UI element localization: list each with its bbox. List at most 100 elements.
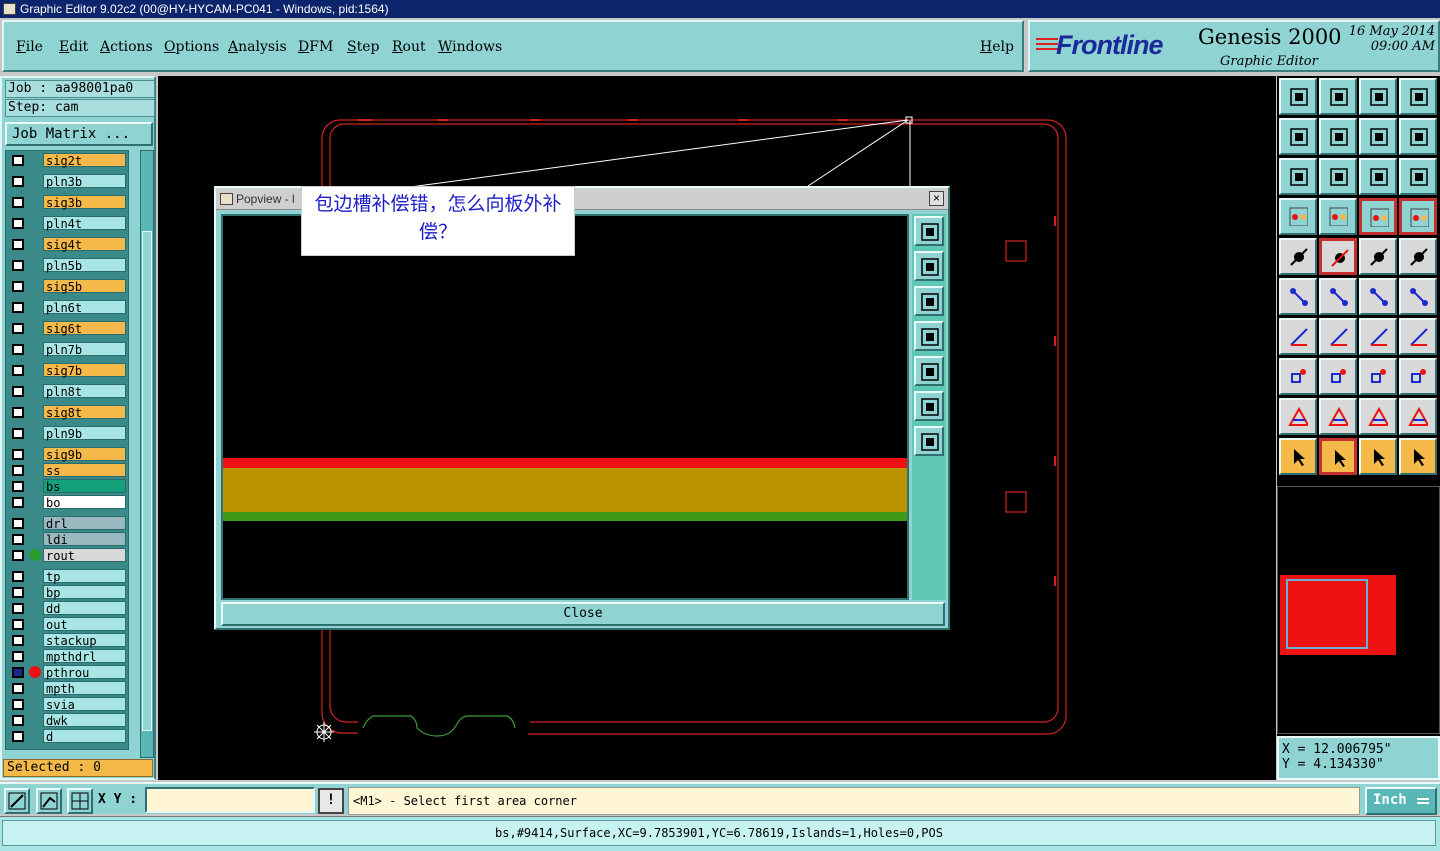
text-f-button[interactable]	[1399, 318, 1437, 355]
layer-name[interactable]: pln8t	[43, 384, 126, 399]
layer-checkbox[interactable]	[12, 571, 24, 582]
menu-analysis[interactable]: Analysis	[228, 39, 287, 55]
layer-row[interactable]: pln4t	[8, 216, 128, 231]
layer-name[interactable]: svia	[43, 697, 126, 712]
layer-name[interactable]: bs	[43, 479, 126, 494]
layer-row[interactable]: bs	[8, 479, 128, 494]
layer-name[interactable]: ldi	[43, 532, 126, 547]
one-to-two-button[interactable]	[1359, 158, 1397, 195]
menu-dfm[interactable]: DFM	[298, 39, 333, 55]
menu-options[interactable]: Options	[164, 39, 219, 55]
layer-name[interactable]: pln9b	[43, 426, 126, 441]
menu-windows[interactable]: Windows	[438, 39, 502, 55]
unit-selector[interactable]: Inch	[1365, 787, 1437, 815]
swap-button[interactable]	[1359, 118, 1397, 155]
shapes-button[interactable]	[1399, 358, 1437, 395]
stretch-button[interactable]	[1399, 278, 1437, 315]
pan-left-button[interactable]	[1279, 118, 1317, 155]
layer-row[interactable]: out	[8, 617, 128, 632]
layer-row[interactable]: sig5b	[8, 279, 128, 294]
layer-name[interactable]: sig6t	[43, 321, 126, 336]
layer-name[interactable]: pln7b	[43, 342, 126, 357]
layer-row[interactable]: pln6t	[8, 300, 128, 315]
layer-checkbox[interactable]	[12, 497, 24, 508]
pan-right-button[interactable]	[914, 356, 944, 386]
layer-checkbox[interactable]	[12, 481, 24, 492]
close-button[interactable]: Close	[221, 602, 945, 626]
layer-checkbox[interactable]	[12, 449, 24, 460]
layer-checkbox[interactable]	[12, 344, 24, 355]
line-add-button[interactable]	[1319, 238, 1357, 275]
layer-name[interactable]: tp	[43, 569, 126, 584]
pan-left-button[interactable]	[914, 321, 944, 351]
layer-name[interactable]: mpthdrl	[43, 649, 126, 664]
menu-rout[interactable]: Rout	[392, 39, 426, 55]
fit-button[interactable]	[914, 391, 944, 421]
layer-row[interactable]: pthrou	[8, 665, 128, 680]
triangle-button[interactable]	[1279, 398, 1317, 435]
layer-row[interactable]: pln8t	[8, 384, 128, 399]
xy-input[interactable]	[145, 787, 315, 813]
job-matrix-button[interactable]: Job Matrix ...	[5, 122, 153, 146]
zoom-home-button[interactable]	[1279, 78, 1317, 115]
layer-checkbox[interactable]	[12, 218, 24, 229]
layer-name[interactable]: out	[43, 617, 126, 632]
layer-row[interactable]: pln3b	[8, 174, 128, 189]
triangle-b-button[interactable]	[1359, 398, 1397, 435]
layer-row[interactable]: ss	[8, 463, 128, 478]
layer-row[interactable]: sig9b	[8, 447, 128, 462]
layer-checkbox[interactable]	[12, 534, 24, 545]
layer-name[interactable]: d	[43, 729, 126, 744]
layer-name[interactable]: mpth	[43, 681, 126, 696]
layer-checkbox[interactable]	[12, 323, 24, 334]
layer-row[interactable]: pln9b	[8, 426, 128, 441]
layer-row[interactable]: rout	[8, 548, 128, 563]
tools-button[interactable]	[1279, 198, 1317, 235]
layer-row[interactable]: mpth	[8, 681, 128, 696]
layer-checkbox[interactable]	[12, 635, 24, 646]
select-box-button[interactable]	[1319, 438, 1357, 475]
layer-row[interactable]: ldi	[8, 532, 128, 547]
slash-button[interactable]	[1319, 318, 1357, 355]
ruler-button[interactable]	[1359, 238, 1397, 275]
zoom-up-button[interactable]	[914, 251, 944, 281]
move-point-button[interactable]	[1359, 278, 1397, 315]
split-view-button[interactable]	[1399, 78, 1437, 115]
layer-checkbox[interactable]	[12, 518, 24, 529]
overview-panel[interactable]	[1277, 486, 1440, 734]
traffic-light-button[interactable]	[1359, 198, 1397, 235]
layer-name[interactable]: sig5b	[43, 279, 126, 294]
menu-help[interactable]: Help	[980, 39, 1014, 55]
layer-row[interactable]: sig3b	[8, 195, 128, 210]
close-icon[interactable]: ×	[929, 191, 944, 206]
layer-row[interactable]: sig6t	[8, 321, 128, 336]
layer-checkbox[interactable]	[12, 407, 24, 418]
menu-edit[interactable]: Edit	[59, 39, 88, 55]
layer-checkbox[interactable]	[12, 603, 24, 614]
node-button[interactable]	[1279, 278, 1317, 315]
triangle-a-button[interactable]	[1319, 398, 1357, 435]
layer-name[interactable]: sig8t	[43, 405, 126, 420]
layer-checkbox[interactable]	[12, 619, 24, 630]
layer-checkbox[interactable]	[12, 550, 24, 561]
layer-name[interactable]: pln5b	[43, 258, 126, 273]
layer-name[interactable]: pln3b	[43, 174, 126, 189]
layer-checkbox[interactable]	[12, 587, 24, 598]
pad-square-button[interactable]	[1279, 358, 1317, 395]
zoom-down-button[interactable]	[914, 286, 944, 316]
pad-add-button[interactable]	[1279, 238, 1317, 275]
layer-row[interactable]: pln7b	[8, 342, 128, 357]
pan-right-button[interactable]	[1319, 118, 1357, 155]
layer-checkbox[interactable]	[12, 465, 24, 476]
house-button[interactable]	[1359, 78, 1397, 115]
layer-checkbox[interactable]	[12, 667, 24, 678]
select-arrow-button[interactable]	[1279, 438, 1317, 475]
cross-button[interactable]	[1319, 278, 1357, 315]
layer-row[interactable]: stackup	[8, 633, 128, 648]
layer-name[interactable]: bp	[43, 585, 126, 600]
popview-canvas[interactable]	[221, 214, 909, 600]
layer-row[interactable]: d	[8, 729, 128, 744]
question-button[interactable]	[1399, 158, 1437, 195]
center-button[interactable]	[914, 426, 944, 456]
layer-row[interactable]: bp	[8, 585, 128, 600]
